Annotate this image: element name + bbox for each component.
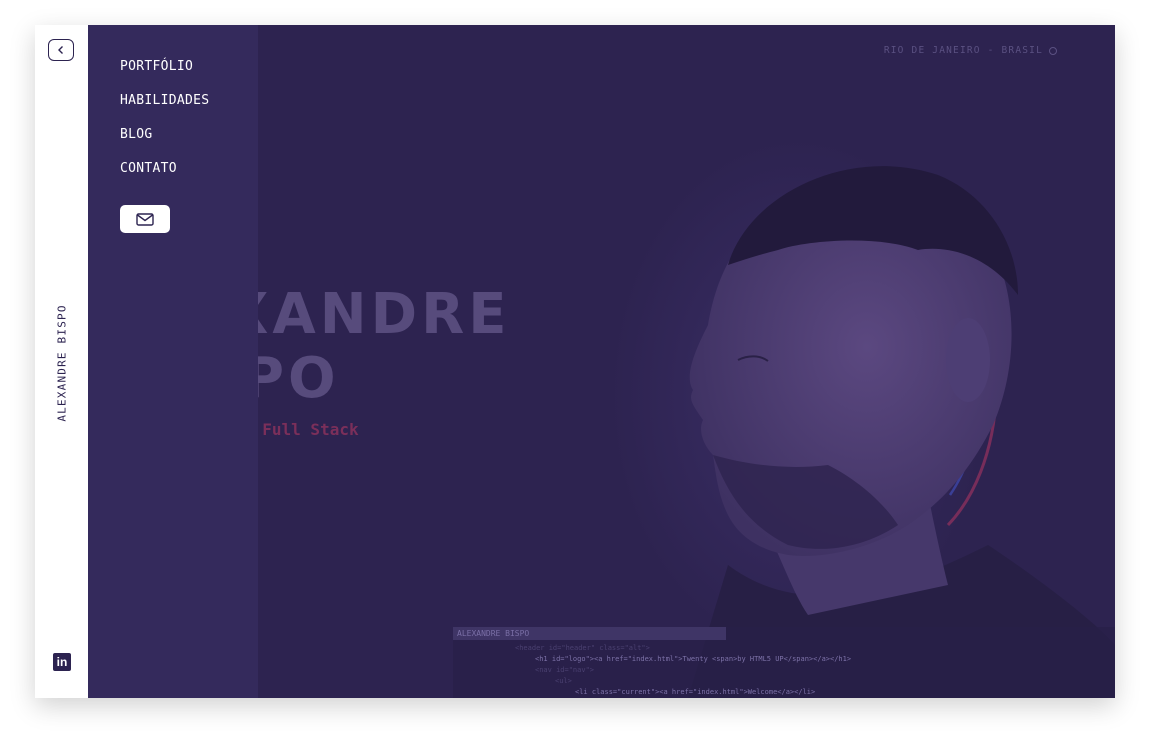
linkedin-icon[interactable]: in <box>53 653 71 671</box>
vertical-site-name: ALEXANDRE BISPO <box>55 304 69 422</box>
back-button[interactable] <box>48 39 74 61</box>
menu-panel: PORTFÓLIO HABILIDADES BLOG CONTATO <box>88 25 258 698</box>
main-menu: PORTFÓLIO HABILIDADES BLOG CONTATO <box>120 57 209 193</box>
code-snippet-title: ALEXANDRE BISPO <box>453 627 726 640</box>
location-dot-icon <box>1049 46 1057 55</box>
code-snippet: ALEXANDRE BISPO <header id="header" clas… <box>453 627 1115 698</box>
code-line: <header id="header" class="alt"> <box>515 644 650 652</box>
app-window: ALEXANDRE BISPO in EXANDRE PO r Full Sta… <box>35 25 1115 698</box>
code-line: <ul> <box>555 677 572 685</box>
mail-icon <box>136 212 154 226</box>
hero-role: r Full Stack <box>243 420 359 439</box>
email-button[interactable] <box>120 205 170 233</box>
location-label: RIO DE JANEIRO - BRASIL <box>884 45 1057 56</box>
code-line: <li class="current"><a href="index.html"… <box>575 688 816 696</box>
menu-item-contato[interactable]: CONTATO <box>120 159 209 193</box>
left-sidebar: ALEXANDRE BISPO in <box>35 25 88 698</box>
menu-item-blog[interactable]: BLOG <box>120 125 209 159</box>
chevron-left-icon <box>58 46 63 54</box>
menu-item-portfolio[interactable]: PORTFÓLIO <box>120 57 209 91</box>
menu-item-habilidades[interactable]: HABILIDADES <box>120 91 209 125</box>
location-text: RIO DE JANEIRO - BRASIL <box>883 45 1043 56</box>
code-line: <h1 id="logo"><a href="index.html">Twent… <box>535 655 852 663</box>
code-line: <nav id="nav"> <box>535 666 595 674</box>
